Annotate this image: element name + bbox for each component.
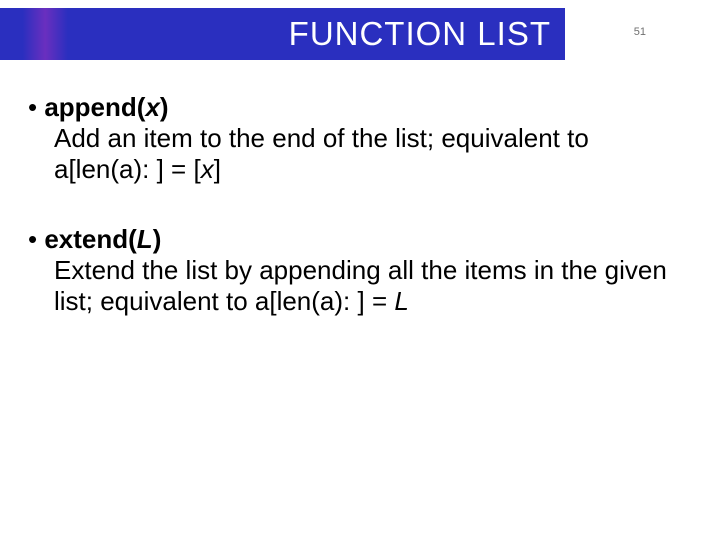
- function-heading: • append(x): [28, 92, 680, 123]
- function-description: Add an item to the end of the list; equi…: [54, 123, 680, 185]
- bullet: •: [28, 92, 44, 122]
- desc-ital: x: [201, 154, 214, 184]
- function-name: extend(: [44, 224, 136, 254]
- list-item: • append(x) Add an item to the end of th…: [28, 92, 680, 186]
- desc-ital: L: [394, 286, 408, 316]
- title-band: FUNCTION LIST: [0, 8, 565, 60]
- desc-text: ]: [214, 154, 221, 184]
- desc-text: Add an item to the end of the list; equi…: [54, 123, 589, 184]
- function-arg: x: [145, 92, 159, 122]
- page-number: 51: [634, 26, 646, 38]
- function-close: ): [153, 224, 162, 254]
- desc-text: Extend the list by appending all the ite…: [54, 255, 667, 316]
- function-close: ): [160, 92, 169, 122]
- list-item: • extend(L) Extend the list by appending…: [28, 224, 680, 318]
- content-area: • append(x) Add an item to the end of th…: [28, 92, 680, 355]
- slide-title: FUNCTION LIST: [289, 15, 551, 53]
- function-heading: • extend(L): [28, 224, 680, 255]
- function-description: Extend the list by appending all the ite…: [54, 255, 680, 317]
- function-name: append(: [44, 92, 145, 122]
- function-arg: L: [137, 224, 153, 254]
- bullet: •: [28, 224, 44, 254]
